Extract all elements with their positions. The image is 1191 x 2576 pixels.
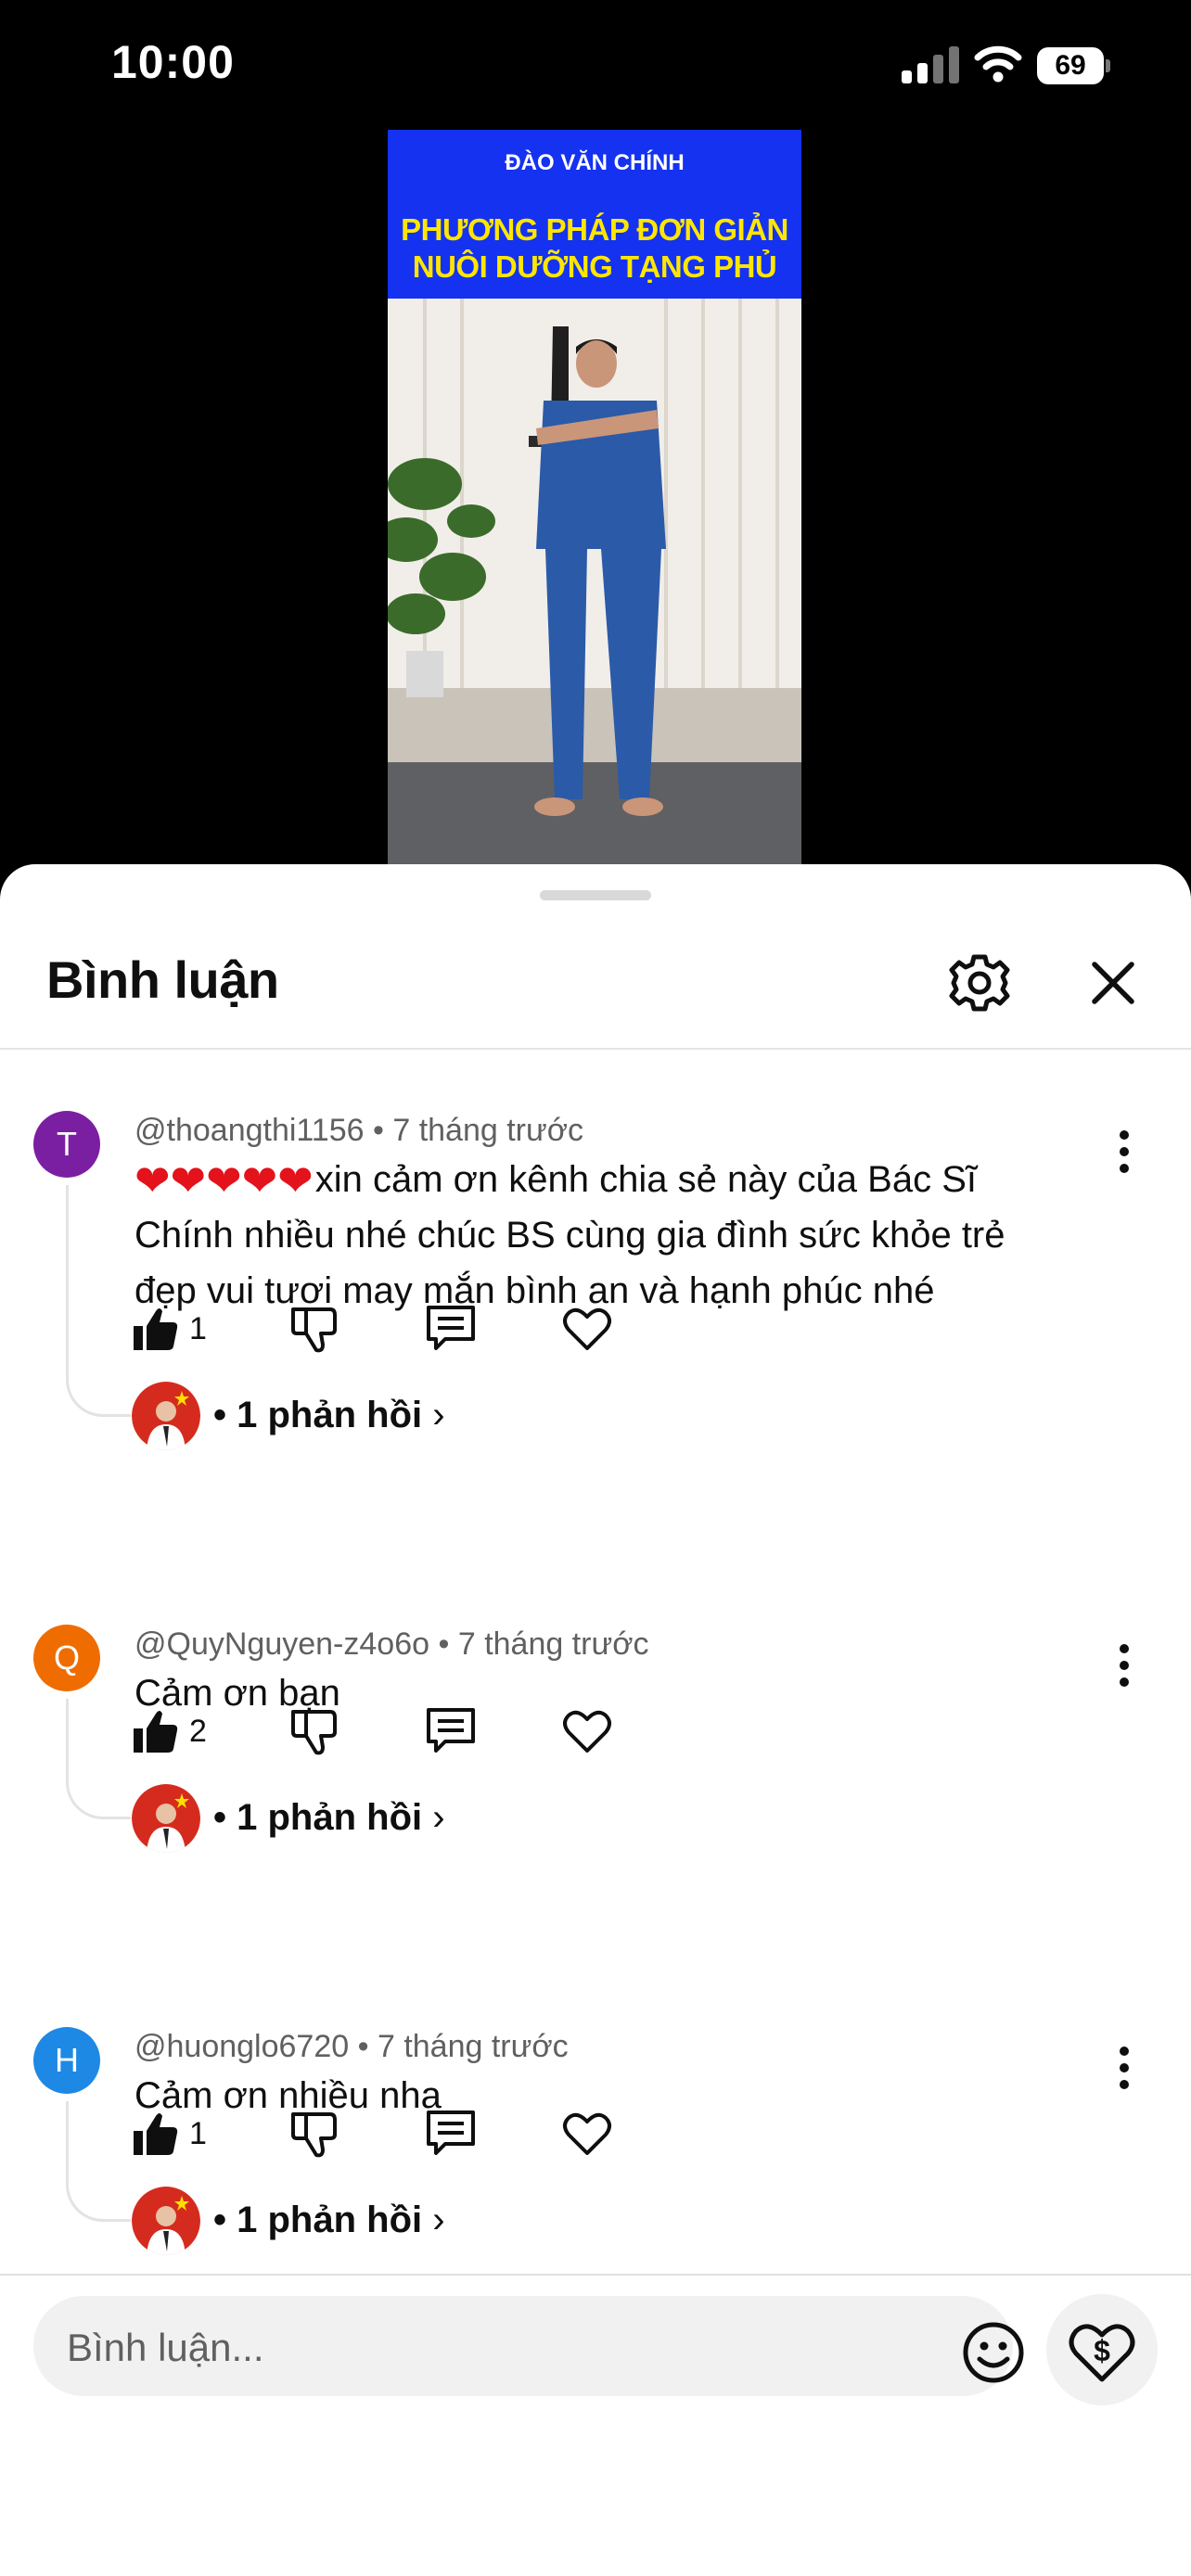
like-count: 1: [189, 2116, 207, 2151]
comment-input-placeholder: Bình luận...: [67, 2326, 264, 2369]
super-thanks-icon: $: [1069, 2324, 1135, 2382]
comment-icon[interactable]: [425, 2101, 477, 2166]
thumbs-down-icon[interactable]: [288, 2101, 339, 2166]
comment-time: • 7 tháng trước: [357, 2029, 569, 2064]
replies-count: • 1 phản hồi ›: [213, 2200, 445, 2240]
heart-icon[interactable]: [561, 1699, 613, 1764]
comment-meta: @thoangthi1156 • 7 tháng trước: [134, 1113, 583, 1149]
like-button[interactable]: 2: [130, 1699, 207, 1764]
thumbs-up-icon: [134, 1308, 178, 1350]
comment-composer: Bình luận... $: [0, 2274, 1191, 2576]
avatar[interactable]: T: [33, 1111, 100, 1178]
thread-line: [66, 1185, 131, 1417]
svg-text:$: $: [1094, 2334, 1110, 2367]
comment-text: Cảm ơn nhiều nha: [134, 2075, 442, 2116]
drag-handle[interactable]: [540, 890, 651, 900]
comment-author[interactable]: @QuyNguyen-z4o6o: [134, 1626, 429, 1662]
like-button[interactable]: 1: [130, 1296, 207, 1361]
chevron-right-icon: ›: [432, 1395, 445, 1435]
status-time: 10:00: [111, 36, 235, 88]
video-title-line: PHƯƠNG PHÁP ĐƠN GIẢN: [401, 212, 788, 247]
like-button[interactable]: 1: [130, 2101, 207, 2166]
heart-icon[interactable]: [561, 2101, 613, 2166]
cellular-signal-icon: [902, 46, 959, 83]
heart-emoji: ❤❤❤❤❤: [134, 1156, 314, 1205]
thumbs-down-icon[interactable]: [288, 1296, 339, 1361]
chevron-right-icon: ›: [432, 2200, 445, 2240]
video-player[interactable]: ĐÀO VĂN CHÍNH PHƯƠNG PHÁP ĐƠN GIẢN NUÔI …: [388, 130, 801, 867]
comment-input[interactable]: Bình luận...: [33, 2296, 1024, 2396]
comment-author[interactable]: @huonglo6720: [134, 2029, 349, 2064]
sheet-title: Bình luận: [46, 950, 279, 1009]
creator-avatar: [132, 1382, 200, 1450]
comment-icon[interactable]: [425, 1699, 477, 1764]
battery-level: 69: [1055, 50, 1086, 81]
video-title-line: NUÔI DƯỠNG TẠNG PHỦ: [412, 249, 777, 284]
chevron-right-icon: ›: [432, 1797, 445, 1838]
avatar[interactable]: Q: [33, 1625, 100, 1691]
like-count: 2: [189, 1714, 207, 1749]
like-count: 1: [189, 1311, 207, 1346]
video-title-banner: ĐÀO VĂN CHÍNH PHƯƠNG PHÁP ĐƠN GIẢN NUÔI …: [388, 130, 801, 299]
comment-icon[interactable]: [425, 1296, 477, 1361]
creator-avatar: [132, 2187, 200, 2255]
comment-author[interactable]: @thoangthi1156: [134, 1113, 365, 1148]
wifi-icon: [974, 45, 1022, 83]
heart-icon[interactable]: [561, 1296, 613, 1361]
comment-text: Cảm ơn bạn: [134, 1673, 340, 1714]
status-bar: 10:00 69: [0, 0, 1191, 130]
comment-list[interactable]: T @thoangthi1156 • 7 tháng trước ❤❤❤❤❤xi…: [0, 1050, 1191, 2274]
comment-text: ❤❤❤❤❤xin cảm ơn kênh chia sẻ này của Bác…: [134, 1156, 1005, 1311]
replies-count: • 1 phản hồi ›: [213, 1797, 445, 1838]
emoji-icon[interactable]: [961, 2320, 1026, 2385]
video-frame: [388, 299, 801, 867]
gear-icon[interactable]: [942, 946, 1017, 1020]
thread-line: [66, 1699, 131, 1819]
video-title-text: PHƯƠNG PHÁP ĐƠN GIẢN NUÔI DƯỠNG TẠNG PHỦ: [388, 211, 801, 286]
comment-meta: @QuyNguyen-z4o6o • 7 tháng trước: [134, 1626, 649, 1663]
avatar[interactable]: H: [33, 2027, 100, 2094]
thumbs-up-icon: [134, 2113, 178, 2155]
video-author-label: ĐÀO VĂN CHÍNH: [505, 150, 685, 175]
super-thanks-button[interactable]: $: [1046, 2294, 1158, 2405]
thumbs-down-icon[interactable]: [288, 1699, 339, 1764]
close-icon[interactable]: [1076, 946, 1150, 1020]
comment-time: • 7 tháng trước: [372, 1113, 584, 1148]
thumbs-up-icon: [134, 1711, 178, 1753]
replies-count: • 1 phản hồi ›: [213, 1395, 445, 1435]
comment-meta: @huonglo6720 • 7 tháng trước: [134, 2029, 569, 2065]
creator-avatar: [132, 1784, 200, 1853]
thread-line: [66, 2101, 131, 2222]
comment-time: • 7 tháng trước: [438, 1626, 649, 1662]
battery-icon: 69: [1037, 47, 1111, 84]
comments-sheet: Bình luận T @thoangthi1156 • 7 tháng trư…: [0, 864, 1191, 2576]
